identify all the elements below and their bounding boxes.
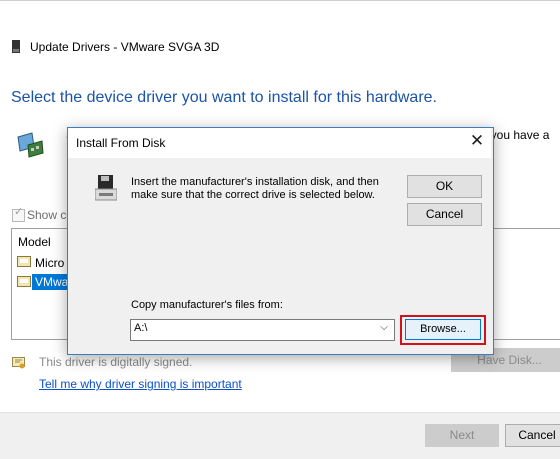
device-icon	[12, 40, 20, 53]
browse-button[interactable]: Browse...	[405, 319, 481, 340]
dialog-cancel-button[interactable]: Cancel	[407, 203, 482, 226]
driver-icon	[17, 276, 31, 287]
cancel-button[interactable]: Cancel	[505, 424, 560, 447]
next-button[interactable]: Next	[425, 424, 499, 447]
path-combobox[interactable]	[130, 319, 395, 341]
driver-signing-link[interactable]: Tell me why driver signing is important	[39, 377, 242, 391]
model-list-item[interactable]: Micro	[35, 256, 64, 270]
path-value[interactable]: A:\	[134, 322, 147, 334]
chevron-down-icon[interactable]: ⌵	[378, 321, 390, 335]
wizard-heading: Select the device driver you want to ins…	[11, 89, 437, 106]
driver-icon	[17, 256, 31, 267]
floppy-disk-icon	[95, 175, 117, 201]
ok-button[interactable]: OK	[407, 175, 482, 198]
checkmark-icon: ✓	[14, 206, 24, 218]
window-top-border	[0, 0, 560, 1]
model-list-item-selected[interactable]: VMwa	[32, 274, 72, 290]
signed-status-text: This driver is digitally signed.	[39, 355, 193, 369]
dialog-title: Install From Disk	[76, 136, 166, 150]
model-column-header[interactable]: Model	[18, 235, 51, 249]
copy-files-label: Copy manufacturer's files from:	[131, 299, 283, 311]
certificate-icon	[12, 357, 25, 369]
wizard-title: Update Drivers - VMware SVGA 3D	[30, 40, 220, 54]
close-icon[interactable]: ✕	[467, 131, 487, 151]
display-adapter-icon	[17, 132, 44, 158]
dialog-message: Insert the manufacturer's installation d…	[131, 176, 379, 201]
